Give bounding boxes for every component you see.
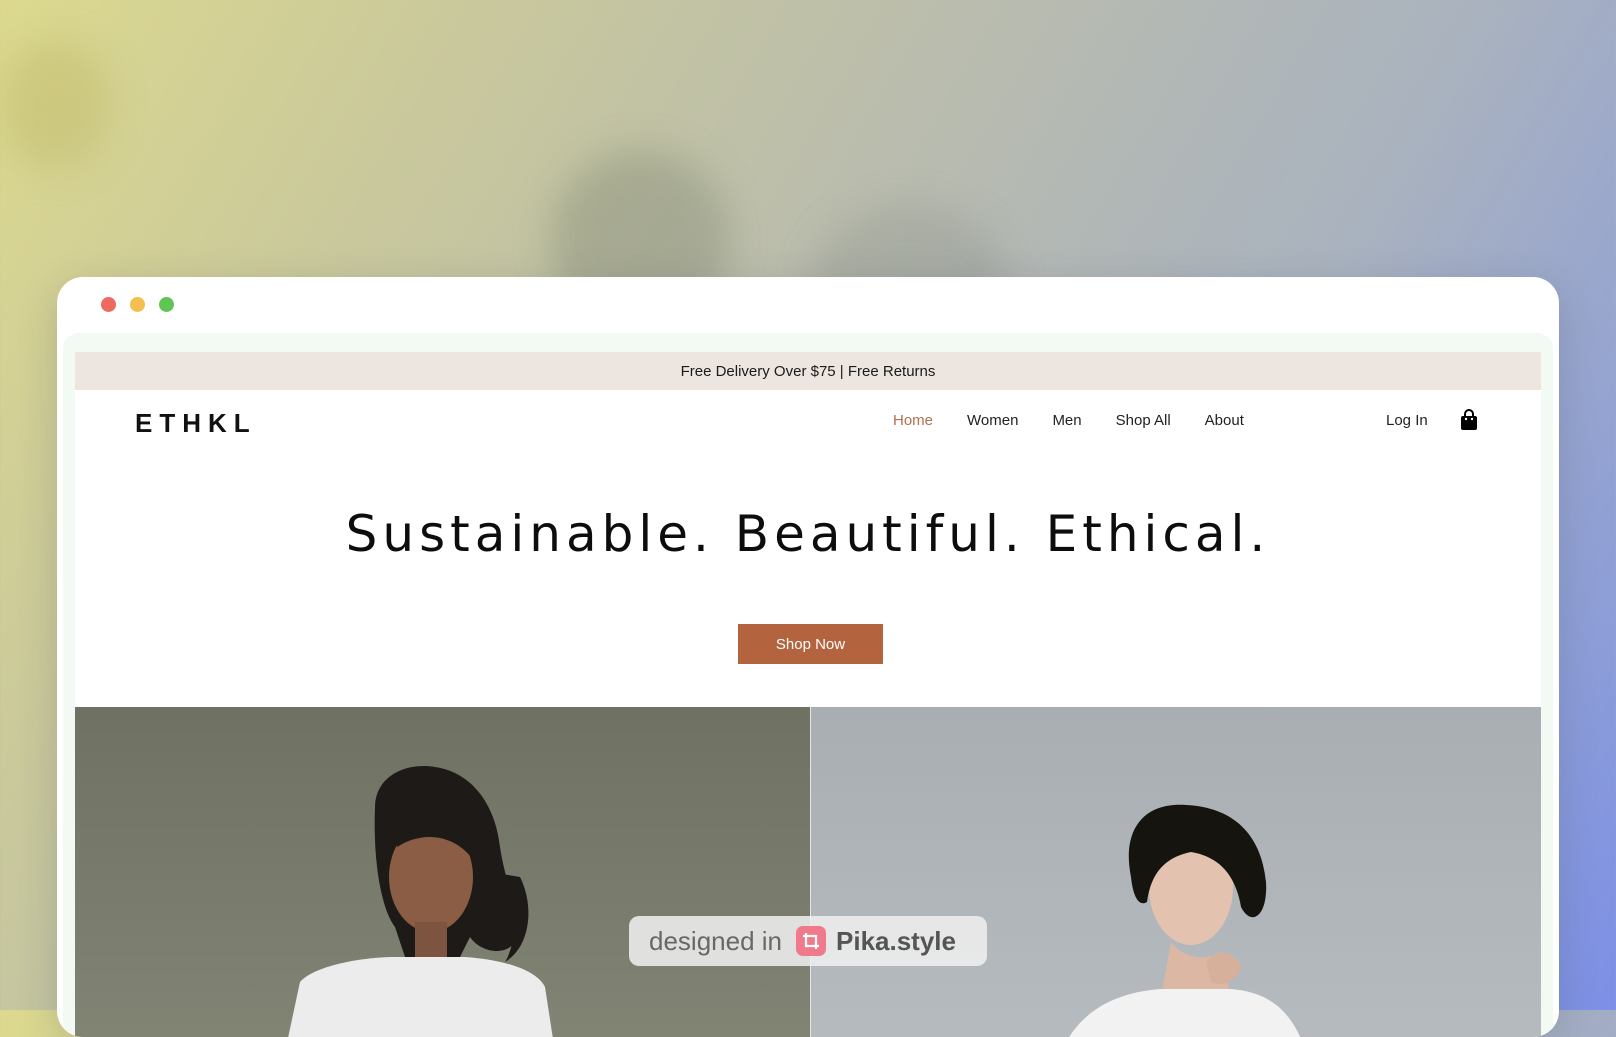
women-photo[interactable] — [75, 707, 810, 1037]
announcement-bar: Free Delivery Over $75 | Free Returns — [75, 352, 1541, 390]
close-window-button[interactable] — [101, 297, 116, 312]
shop-now-button[interactable]: Shop Now — [738, 624, 883, 664]
pika-watermark[interactable]: designed in Pika.style — [629, 916, 987, 966]
man-portrait-image — [1068, 804, 1300, 1037]
minimize-window-button[interactable] — [130, 297, 145, 312]
nav-link-men[interactable]: Men — [1052, 412, 1081, 429]
nav-link-women[interactable]: Women — [967, 412, 1018, 429]
site-logo[interactable]: ETHKL — [135, 408, 257, 439]
category-panels — [75, 707, 1541, 1037]
announcement-text: Free Delivery Over $75 | Free Returns — [680, 362, 936, 380]
background-blob — [0, 40, 110, 170]
woman-portrait-image — [288, 766, 553, 1037]
watermark-prefix: designed in — [649, 925, 782, 956]
main-nav: Home Women Men Shop All About — [893, 412, 1244, 429]
watermark-brand: Pika.style — [836, 925, 956, 956]
men-photo[interactable] — [809, 707, 1541, 1037]
crop-icon — [796, 926, 826, 956]
login-link[interactable]: Log In — [1386, 412, 1428, 429]
nav-link-shop-all[interactable]: Shop All — [1116, 412, 1171, 429]
site-header: ETHKL Home Women Men Shop All About Log … — [75, 390, 1541, 456]
nav-link-about[interactable]: About — [1205, 412, 1244, 429]
nav-link-home[interactable]: Home — [893, 412, 933, 429]
hero-title: Sustainable. Beautiful. Ethical. — [345, 504, 1271, 563]
window-controls — [101, 297, 174, 312]
shopping-bag-icon[interactable] — [1458, 408, 1480, 432]
maximize-window-button[interactable] — [159, 297, 174, 312]
